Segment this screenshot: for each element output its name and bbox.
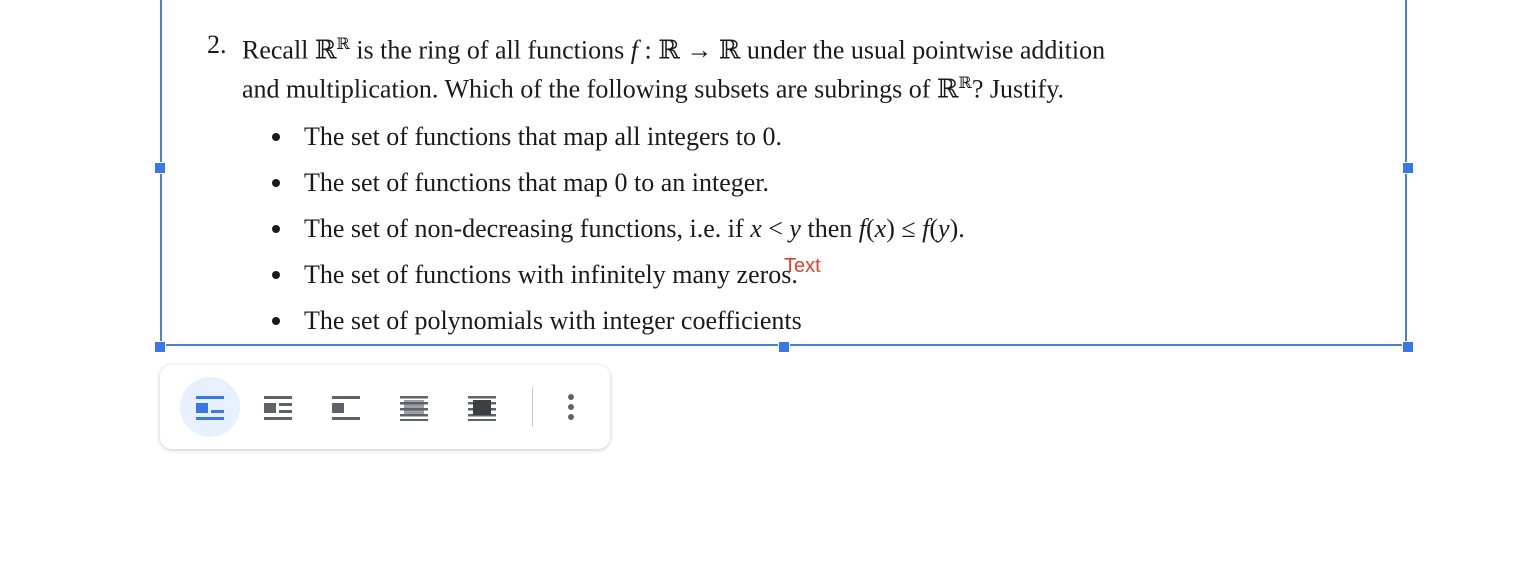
text-annotation[interactable]: Text <box>784 255 821 278</box>
list-item: The set of functions that map 0 to an in… <box>272 164 1372 210</box>
list-item: The set of functions with infinitely man… <box>272 256 1372 302</box>
resize-handle-right[interactable] <box>1402 162 1414 174</box>
bullet-icon <box>272 271 280 279</box>
wrap-text-button[interactable] <box>248 377 308 437</box>
behind-text-icon <box>400 396 428 421</box>
image-wrap-toolbar <box>160 365 610 449</box>
resize-handle-bottom-left[interactable] <box>154 341 166 353</box>
bullet-icon <box>272 133 280 141</box>
wrap-text-icon <box>264 396 292 420</box>
more-options-button[interactable] <box>556 389 586 425</box>
list-item: The set of functions that map all intege… <box>272 118 1372 164</box>
break-text-icon <box>332 396 360 420</box>
bullet-icon <box>272 225 280 233</box>
resize-handle-bottom[interactable] <box>778 341 790 353</box>
in-front-text-icon <box>468 396 496 421</box>
subset-list: The set of functions that map all intege… <box>272 118 1372 344</box>
problem-text: Recall ℝℝ is the ring of all functions f… <box>242 35 1106 104</box>
toolbar-divider <box>532 387 533 427</box>
wrap-inline-icon <box>196 396 224 420</box>
behind-text-button[interactable] <box>384 377 444 437</box>
bullet-icon <box>272 317 280 325</box>
list-item: The set of polynomials with integer coef… <box>272 302 1372 344</box>
problem-number: 2. <box>207 30 227 59</box>
resize-handle-left[interactable] <box>154 162 166 174</box>
list-item: The set of non-decreasing functions, i.e… <box>272 210 1372 256</box>
break-text-button[interactable] <box>316 377 376 437</box>
resize-handle-bottom-right[interactable] <box>1402 341 1414 353</box>
in-front-of-text-button[interactable] <box>452 377 512 437</box>
bullet-icon <box>272 179 280 187</box>
inline-button[interactable] <box>180 377 240 437</box>
equation-image[interactable]: 2. Recall ℝℝ is the ring of all function… <box>162 0 1405 344</box>
